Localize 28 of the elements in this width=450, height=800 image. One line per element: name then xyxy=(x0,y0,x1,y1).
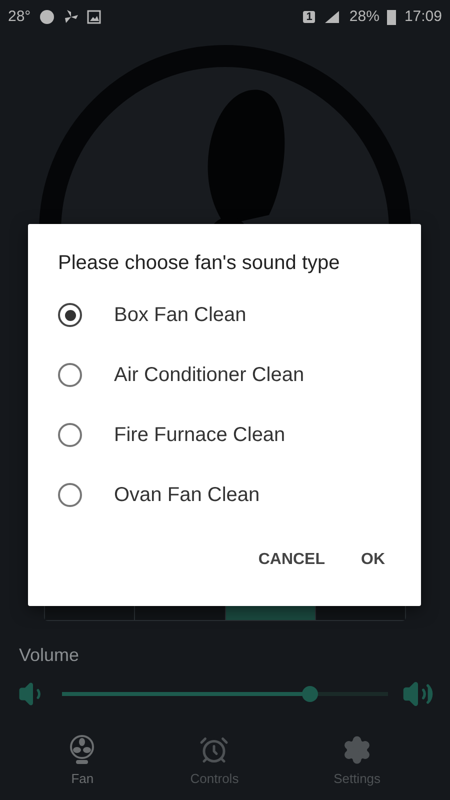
dialog-title: Please choose fan's sound type xyxy=(58,252,341,275)
option-label: Fire Furnace Clean xyxy=(114,424,286,446)
option-label: Air Conditioner Clean xyxy=(114,364,304,386)
battery-icon xyxy=(387,8,396,24)
radio-button[interactable] xyxy=(58,483,82,507)
slider-thumb[interactable] xyxy=(302,686,318,702)
sim-badge: 1 xyxy=(303,10,316,22)
settings-icon xyxy=(342,735,372,765)
fan-icon xyxy=(69,735,96,765)
dialog-button[interactable]: OK xyxy=(347,543,399,577)
fan-icon xyxy=(62,8,79,24)
signal-icon xyxy=(323,8,342,24)
sound-option[interactable]: Ovan Fan Clean xyxy=(28,465,421,525)
sound-option[interactable]: Box Fan Clean xyxy=(28,285,421,345)
volume-label: Volume xyxy=(19,645,80,666)
clock: 17:09 xyxy=(404,8,442,25)
temperature: 28° xyxy=(8,8,31,25)
sound-option[interactable]: Air Conditioner Clean xyxy=(28,345,421,405)
radio-button[interactable] xyxy=(58,303,82,327)
option-label: Ovan Fan Clean xyxy=(114,484,260,506)
image-icon xyxy=(86,10,101,24)
option-label: Box Fan Clean xyxy=(114,304,246,326)
alarm-clock-icon xyxy=(199,735,230,765)
sound-option[interactable]: Fire Furnace Clean xyxy=(28,405,421,465)
dialog-button[interactable]: CANCEL xyxy=(244,543,339,577)
radio-button[interactable] xyxy=(58,363,82,387)
radio-button[interactable] xyxy=(58,423,82,447)
battery-percent: 28% xyxy=(349,8,380,25)
